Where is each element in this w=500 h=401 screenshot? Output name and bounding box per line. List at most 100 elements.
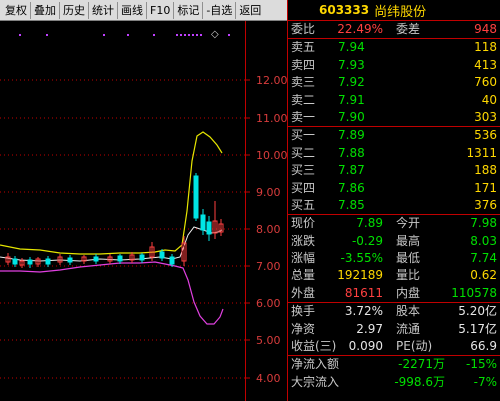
- overlay-button[interactable]: 叠加: [31, 1, 60, 19]
- history-button[interactable]: 历史: [60, 1, 89, 19]
- ask-level-label: 卖二: [291, 92, 316, 107]
- net-assets-label: 净资: [291, 321, 316, 336]
- y-tick-label: 12.00: [256, 74, 287, 87]
- inner-volume-value: 110578: [451, 285, 497, 300]
- stat-row: 涨幅 -3.55% 最低 7.74: [288, 250, 500, 267]
- bid-volume: 171: [474, 180, 497, 195]
- bid-price: 7.87: [338, 163, 365, 178]
- ask-row: 卖一 7.90 303: [288, 109, 500, 126]
- stat-row: 总量 192189 量比 0.62: [288, 267, 500, 284]
- bid-volume: 188: [474, 163, 497, 178]
- turnover-value: 3.72%: [344, 304, 383, 319]
- high-value: 8.03: [470, 233, 497, 248]
- volume-ratio-label: 量比: [396, 268, 421, 283]
- y-tick-label: 9.00: [256, 186, 281, 199]
- inner-volume-label: 内盘: [396, 285, 421, 300]
- bid-row: 买二 7.88 1311: [288, 145, 500, 162]
- statistics-button[interactable]: 统计: [89, 1, 118, 19]
- change-value: -0.29: [351, 233, 383, 248]
- net-inflow-label: 净流入额: [291, 357, 340, 372]
- bid-level-label: 买二: [291, 145, 316, 160]
- pe-value: 66.9: [470, 339, 497, 354]
- remove-watchlist-button[interactable]: -自选: [203, 1, 237, 19]
- moving-average-line: [0, 226, 223, 262]
- ask-level-label: 卖一: [291, 109, 316, 124]
- diamond-icon: ◇: [211, 29, 219, 40]
- lower-band-line: [0, 261, 224, 325]
- ask-level-label: 卖三: [291, 75, 316, 90]
- ask-price: 7.90: [338, 109, 365, 124]
- float-shares-value: 5.17亿: [458, 321, 497, 336]
- bid-volume: 1311: [466, 145, 497, 160]
- y-tick-label: 7.00: [256, 260, 281, 273]
- stat-row: 涨跌 -0.29 最高 8.03: [288, 233, 500, 250]
- block-inflow-label: 大宗流入: [291, 374, 340, 389]
- bid-volume: 536: [474, 128, 497, 143]
- chart-toolbar: 复权 叠加 历史 统计 画线 F10 标记 -自选 返回: [0, 0, 287, 21]
- y-tick-label: 11.00: [256, 112, 287, 125]
- bid-level-label: 买一: [291, 128, 316, 143]
- bid-level-label: 买四: [291, 180, 316, 195]
- mark-button[interactable]: 标记: [174, 1, 204, 19]
- change-pct-value: -3.55%: [340, 251, 383, 266]
- ask-level-label: 卖五: [291, 40, 316, 55]
- y-tick-label: 4.00: [256, 372, 281, 385]
- bid-row: 买一 7.89 536: [288, 127, 500, 144]
- stat-row: 现价 7.89 今开 7.98: [288, 215, 500, 232]
- current-price-label: 现价: [291, 216, 316, 231]
- open-price-label: 今开: [396, 216, 421, 231]
- bid-row: 买四 7.86 171: [288, 180, 500, 197]
- bid-level-label: 买五: [291, 197, 316, 212]
- stock-name: 尚纬股份: [374, 4, 427, 20]
- bid-price: 7.86: [338, 180, 365, 195]
- draw-line-button[interactable]: 画线: [118, 1, 147, 19]
- upper-band-line: [0, 131, 223, 255]
- net-inflow-value: -2271万: [398, 357, 445, 372]
- stock-header: 603333 尚纬股份: [288, 0, 500, 21]
- stat-row: 外盘 81611 内盘 110578: [288, 285, 500, 302]
- ask-row: 卖四 7.93 413: [288, 57, 500, 74]
- order-ratio-label: 委比: [291, 22, 316, 36]
- block-inflow-pct: -7%: [473, 374, 497, 389]
- bid-volume: 376: [474, 197, 497, 212]
- chart-canvas: 12.00 11.00 10.00 9.00 8.00 7.00 6.00 5.…: [0, 21, 287, 401]
- order-diff-label: 委差: [396, 22, 421, 36]
- open-price-value: 7.98: [470, 216, 497, 231]
- ask-volume: 118: [474, 40, 497, 55]
- ask-volume: 413: [474, 57, 497, 72]
- f10-button[interactable]: F10: [147, 1, 175, 19]
- price-chart[interactable]: 12.00 11.00 10.00 9.00 8.00 7.00 6.00 5.…: [0, 21, 287, 401]
- turnover-label: 换手: [291, 304, 316, 319]
- ask-volume: 40: [481, 92, 497, 107]
- current-price-value: 7.89: [356, 216, 383, 231]
- bid-level-label: 买三: [291, 163, 316, 178]
- block-inflow-value: -998.6万: [394, 374, 445, 389]
- ask-price: 7.92: [338, 75, 365, 90]
- ask-row: 卖五 7.94 118: [288, 39, 500, 56]
- ask-row: 卖二 7.91 40: [288, 92, 500, 109]
- bid-price: 7.85: [338, 197, 365, 212]
- ask-price: 7.91: [338, 92, 365, 107]
- ask-price: 7.94: [338, 40, 365, 55]
- restore-rights-button[interactable]: 复权: [2, 1, 31, 19]
- y-tick-label: 5.00: [256, 334, 281, 347]
- back-button[interactable]: 返回: [236, 2, 264, 19]
- outer-volume-label: 外盘: [291, 285, 316, 300]
- volume-ratio-value: 0.62: [470, 268, 497, 283]
- low-label: 最低: [396, 251, 421, 266]
- bid-row: 买五 7.85 376: [288, 197, 500, 214]
- high-label: 最高: [396, 233, 421, 248]
- finance-row: 净资 2.97 流通 5.17亿: [288, 321, 500, 338]
- y-tick-label: 8.00: [256, 223, 281, 236]
- ask-row: 卖三 7.92 760: [288, 74, 500, 91]
- eps-label: 收益(三): [291, 339, 337, 354]
- order-ratio-row: 委比 22.49% 委差 948: [288, 21, 500, 38]
- bid-price: 7.88: [338, 145, 365, 160]
- float-shares-label: 流通: [396, 321, 421, 336]
- low-value: 7.74: [470, 251, 497, 266]
- eps-value: 0.090: [348, 339, 383, 354]
- net-inflow-pct: -15%: [465, 357, 497, 372]
- bid-price: 7.89: [338, 128, 365, 143]
- quote-panel: 603333 尚纬股份 委比 22.49% 委差 948 卖五 7.94 118…: [287, 0, 500, 401]
- stock-code: 603333: [319, 3, 370, 17]
